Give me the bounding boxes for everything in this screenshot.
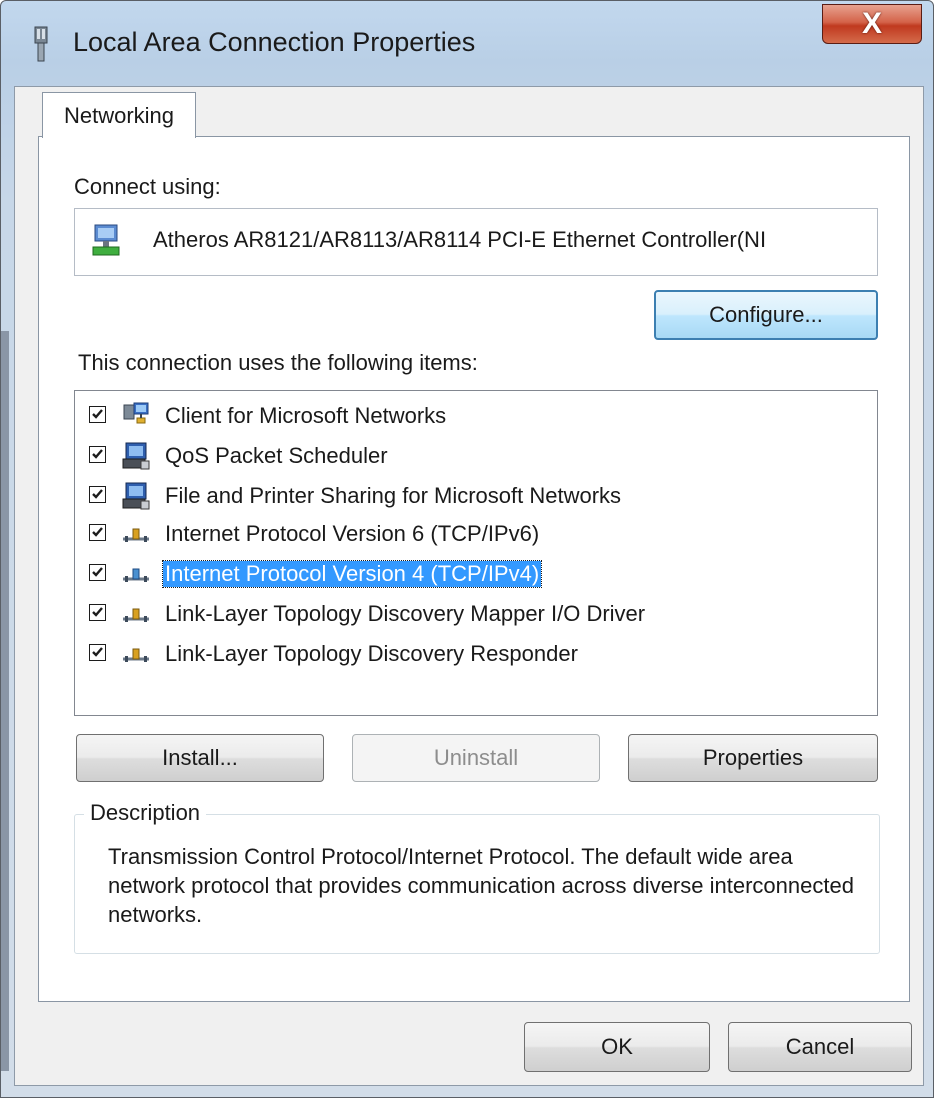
- list-item[interactable]: File and Printer Sharing for Microsoft N…: [89, 479, 859, 513]
- list-item[interactable]: Internet Protocol Version 6 (TCP/IPv6): [89, 517, 859, 551]
- list-item[interactable]: QoS Packet Scheduler: [89, 439, 859, 473]
- items-label: This connection uses the following items…: [78, 350, 478, 375]
- list-item-selected[interactable]: Internet Protocol Version 4 (TCP/IPv4): [89, 557, 859, 591]
- checkbox[interactable]: [89, 604, 106, 621]
- description-text: Transmission Control Protocol/Internet P…: [108, 844, 854, 927]
- ok-button[interactable]: OK: [524, 1022, 710, 1072]
- network-adapter-icon: [92, 224, 120, 256]
- checkbox[interactable]: [89, 446, 106, 463]
- close-button[interactable]: X: [822, 4, 922, 44]
- configure-button[interactable]: Configure...: [654, 290, 878, 340]
- uninstall-button[interactable]: Uninstall: [352, 734, 600, 782]
- item-label: Client for Microsoft Networks: [165, 403, 447, 428]
- service-icon: [122, 442, 150, 470]
- checkmark-icon: [92, 489, 103, 499]
- checkmark-icon: [92, 607, 103, 617]
- window-frame-strip: [1, 331, 9, 1071]
- checkmark-icon: [92, 409, 103, 419]
- protocol-icon: [123, 568, 149, 582]
- properties-button[interactable]: Properties: [628, 734, 878, 782]
- protocol-icon: [123, 608, 149, 622]
- service-icon: [122, 482, 150, 510]
- item-label: QoS Packet Scheduler: [165, 443, 388, 468]
- items-list[interactable]: Client for Microsoft Networks QoS Packet…: [74, 390, 878, 716]
- checkmark-icon: [92, 449, 103, 459]
- checkmark-icon: [92, 567, 103, 577]
- adapter-field[interactable]: Atheros AR8121/AR8113/AR8114 PCI-E Ether…: [74, 208, 878, 276]
- item-label: Link-Layer Topology Discovery Responder: [165, 641, 578, 666]
- checkmark-icon: [92, 647, 103, 657]
- item-label: Link-Layer Topology Discovery Mapper I/O…: [165, 601, 646, 626]
- title-bar[interactable]: Local Area Connection Properties X: [1, 1, 933, 85]
- item-label: File and Printer Sharing for Microsoft N…: [165, 483, 622, 508]
- close-icon: X: [861, 7, 882, 40]
- connect-using-label: Connect using:: [74, 174, 221, 199]
- item-label: Internet Protocol Version 6 (TCP/IPv6): [165, 521, 540, 546]
- window-title: Local Area Connection Properties: [73, 27, 476, 57]
- checkmark-icon: [92, 527, 103, 537]
- list-item[interactable]: Client for Microsoft Networks: [89, 399, 859, 433]
- tab-networking[interactable]: Networking: [42, 92, 196, 138]
- install-button[interactable]: Install...: [76, 734, 324, 782]
- list-item[interactable]: Link-Layer Topology Discovery Mapper I/O…: [89, 597, 859, 631]
- description-title: Description: [84, 800, 207, 826]
- list-item[interactable]: Link-Layer Topology Discovery Responder: [89, 637, 859, 671]
- checkbox[interactable]: [89, 406, 106, 423]
- protocol-icon: [123, 528, 149, 542]
- checkbox[interactable]: [89, 644, 106, 661]
- cancel-button[interactable]: Cancel: [728, 1022, 912, 1072]
- item-label: Internet Protocol Version 4 (TCP/IPv4): [161, 560, 543, 588]
- checkbox[interactable]: [89, 486, 106, 503]
- adapter-name: Atheros AR8121/AR8113/AR8114 PCI-E Ether…: [153, 227, 767, 252]
- checkbox[interactable]: [89, 524, 106, 541]
- network-client-icon: [123, 402, 149, 424]
- checkbox[interactable]: [89, 564, 106, 581]
- network-connection-icon: [34, 26, 48, 62]
- protocol-icon: [123, 648, 149, 662]
